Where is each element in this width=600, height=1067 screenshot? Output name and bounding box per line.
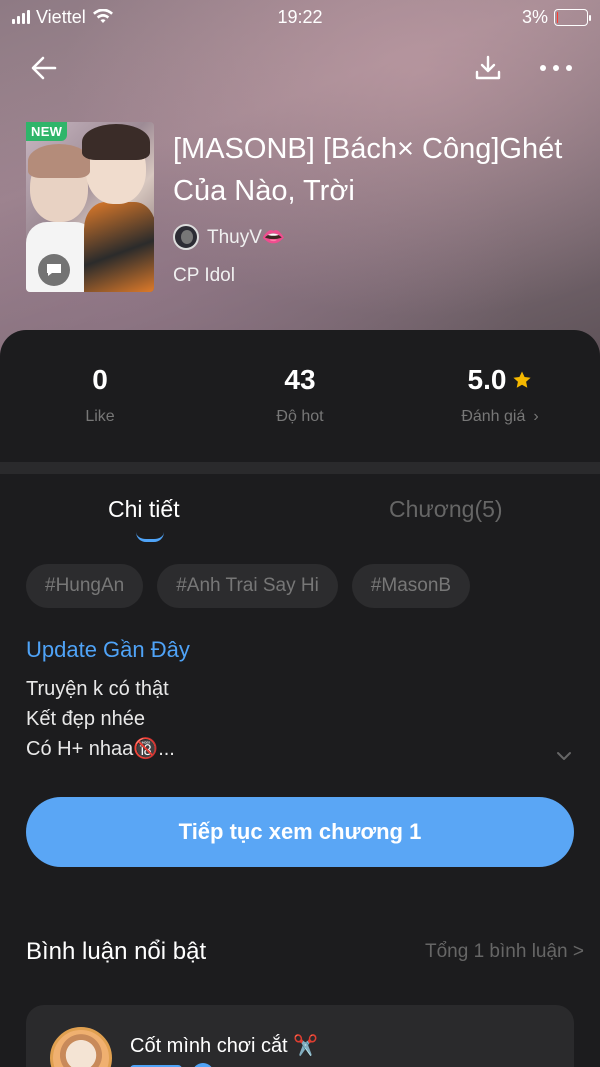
more-button[interactable] [536,48,576,88]
download-button[interactable] [468,48,508,88]
continue-reading-button[interactable]: Tiếp tục xem chương 1 [26,797,574,867]
star-icon [513,371,532,388]
wifi-icon [92,9,113,23]
comments-title: Bình luận nổi bật [26,938,207,965]
stat-likes: 0 Like [0,360,200,426]
back-button[interactable] [24,48,64,88]
comments-header: Bình luận nổi bật Tổng 1 bình luận > [26,938,584,966]
more-horizontal-icon [540,65,572,71]
rating-label-row: Đánh giá › [400,408,600,426]
likes-label: Like [85,408,115,425]
status-left: Viettel [12,7,114,28]
comments-total-link[interactable]: Tổng 1 bình luận > [425,941,584,963]
author-link[interactable]: ThuyV👄 [173,224,286,250]
rating-label: Đánh giá [461,408,526,425]
tag-list: #HungAn #Anh Trai Say Hi #MasonB [26,564,471,608]
top-nav-actions [468,48,576,88]
tab-details[interactable]: Chi tiết [108,496,180,523]
avatar[interactable] [50,1027,112,1067]
battery-fill [557,11,558,23]
comment-username[interactable]: Cốt mình chơi cắt ✂️ [130,1033,318,1058]
update-heading: Update Gần Đây [26,637,190,662]
tab-chapters[interactable]: Chương(5) [389,496,503,523]
hot-count: 43 [284,364,316,395]
chevron-down-icon[interactable] [556,748,572,766]
hot-label: Độ hot [276,408,324,425]
likes-count: 0 [92,364,108,395]
vip-badge-icon [192,1063,214,1067]
section-divider [0,462,600,474]
top-nav [0,46,600,90]
arrow-left-icon [31,56,57,80]
stat-hot: 43 Độ hot [200,360,400,426]
battery-icon [554,8,591,26]
tab-bar: Chi tiết Chương(5) [0,492,600,552]
comment-card[interactable]: Cốt mình chơi cắt ✂️ [26,1005,574,1067]
battery-percent: 3% [521,6,548,27]
download-icon [475,55,501,80]
chat-bubble-icon [38,254,70,286]
description-line: Kết đẹp nhée [26,708,145,730]
tag-chip[interactable]: #HungAn [26,564,144,608]
chevron-right-icon: › [533,408,539,425]
content-panel: 0 Like 43 Độ hot 5.0 Đánh giá › Chi tiết… [0,330,600,1067]
author-name: ThuyV👄 [207,227,286,248]
story-title: [MASONB] [Bách× Công]Ghét Của Nào, Trời [173,133,563,207]
signal-icon [12,10,30,24]
tab-active-indicator [136,532,164,542]
story-description[interactable]: Truyện k có thật Kết đẹp nhée Có H+ nhaa… [26,674,175,764]
new-badge: NEW [26,122,68,141]
stat-rating[interactable]: 5.0 Đánh giá › [400,360,600,426]
status-right: 3% [521,6,591,28]
stats-row: 0 Like 43 Độ hot 5.0 Đánh giá › [0,360,600,426]
carrier-label: Viettel [36,6,86,27]
author-avatar [173,224,199,250]
tag-chip[interactable]: #MasonB [351,564,471,608]
story-category[interactable]: CP Idol [173,265,235,287]
tag-chip[interactable]: #Anh Trai Say Hi [157,564,338,608]
description-line: Có H+ nhaa🔞... [26,738,175,760]
rating-value-row: 5.0 [400,360,600,400]
description-line: Truyện k có thật [26,678,169,700]
status-bar: Viettel 19:22 3% [0,0,600,34]
rating-value: 5.0 [467,364,507,395]
